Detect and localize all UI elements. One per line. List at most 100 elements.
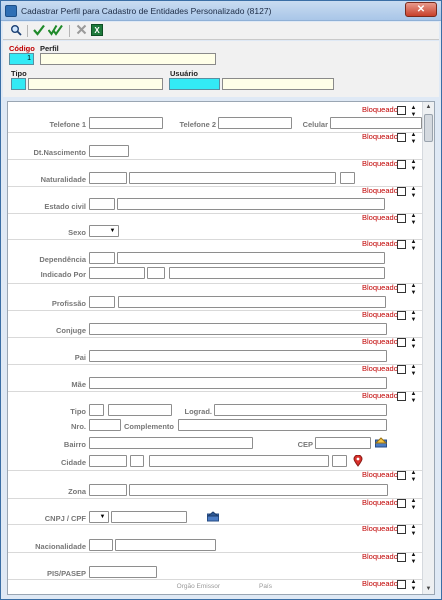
cidade-name-field[interactable] (149, 455, 329, 467)
bloqueado-checkbox[interactable] (397, 284, 406, 293)
move-updown-icon[interactable]: ▲ ▼ (410, 159, 417, 173)
bloqueado-checkbox[interactable] (397, 553, 406, 562)
usuario-code-field[interactable] (169, 78, 220, 90)
cancel-icon[interactable] (74, 24, 88, 38)
bloqueado-checkbox[interactable] (397, 106, 406, 115)
bairro-field[interactable] (89, 437, 253, 449)
codigo-field[interactable]: 1 (9, 53, 34, 65)
sexo-select[interactable]: ▼ (89, 225, 119, 237)
celular-field[interactable] (330, 117, 422, 129)
conjuge-field[interactable] (89, 323, 387, 335)
move-updown-icon[interactable]: ▲ ▼ (410, 186, 417, 200)
dependencia-description-field[interactable] (117, 252, 385, 264)
move-updown-icon[interactable]: ▲ ▼ (410, 283, 417, 297)
bloqueado-checkbox[interactable] (397, 160, 406, 169)
pai-field[interactable] (89, 350, 387, 362)
naturalidade-city-field[interactable] (129, 172, 336, 184)
naturalidade-code-field[interactable] (89, 172, 127, 184)
move-updown-icon[interactable]: ▲ ▼ (410, 470, 417, 484)
map-pin-icon[interactable] (351, 454, 364, 467)
scroll-down-icon[interactable]: ▼ (423, 584, 434, 594)
bloqueado-checkbox[interactable] (397, 471, 406, 480)
pis-pasep-field[interactable] (89, 566, 157, 578)
dt-nascimento-field[interactable] (89, 145, 129, 157)
bloqueado-checkbox[interactable] (397, 338, 406, 347)
estado-civil-code-field[interactable] (89, 198, 115, 210)
move-updown-icon[interactable]: ▲ ▼ (410, 498, 417, 512)
indicado-por-type-field[interactable] (147, 267, 165, 279)
tipo-code-field[interactable] (11, 78, 26, 90)
cep-lookup-icon[interactable] (374, 437, 387, 449)
tipo-logradouro-field[interactable] (108, 404, 172, 416)
estado-civil-description-field[interactable] (117, 198, 385, 210)
zona-description-field[interactable] (129, 484, 388, 496)
bloqueado-checkbox[interactable] (397, 525, 406, 534)
zona-label: Zona (68, 487, 86, 496)
close-button[interactable]: ✕ (405, 2, 437, 17)
cnpj-cpf-field[interactable] (111, 511, 187, 523)
cidade-type-field[interactable] (130, 455, 144, 467)
logradouro-field[interactable] (214, 404, 387, 416)
dependencia-code-field[interactable] (89, 252, 115, 264)
telefone2-label: Telefone 2 (179, 120, 216, 129)
nacionalidade-code-field[interactable] (89, 539, 113, 551)
perfil-field[interactable] (40, 53, 216, 65)
double-check-icon[interactable] (47, 24, 63, 38)
zona-code-field[interactable] (89, 484, 127, 496)
usuario-label: Usuário (170, 69, 198, 78)
scroll-thumb[interactable] (424, 114, 433, 142)
dialog-window: Cadastrar Perfil para Cadastro de Entida… (0, 0, 442, 600)
bloqueado-checkbox[interactable] (397, 392, 406, 401)
move-updown-icon[interactable]: ▲ ▼ (410, 552, 417, 566)
bloqueado-checkbox[interactable] (397, 240, 406, 249)
bloqueado-label: Bloqueado (362, 186, 398, 195)
bloqueado-checkbox[interactable] (397, 365, 406, 374)
bloqueado-checkbox[interactable] (397, 133, 406, 142)
move-updown-icon[interactable]: ▲ ▼ (410, 239, 417, 253)
mae-field[interactable] (89, 377, 387, 389)
move-updown-icon[interactable]: ▲ ▼ (410, 364, 417, 378)
tipo-description-field[interactable] (28, 78, 163, 90)
move-updown-icon[interactable]: ▲ ▼ (410, 391, 417, 405)
profissao-description-field[interactable] (118, 296, 386, 308)
vertical-scrollbar[interactable]: ▲ ▼ (422, 102, 434, 594)
document-lookup-icon[interactable] (206, 511, 219, 523)
bloqueado-checkbox[interactable] (397, 580, 406, 589)
cidade-uf-field[interactable] (332, 455, 347, 467)
bloqueado-checkbox[interactable] (397, 311, 406, 320)
check-icon[interactable] (32, 24, 46, 38)
toolbar-separator (69, 25, 70, 37)
cidade-code-field[interactable] (89, 455, 127, 467)
complemento-field[interactable] (178, 419, 387, 431)
search-icon[interactable] (9, 24, 23, 38)
estado-civil-label: Estado civil (44, 202, 86, 211)
bloqueado-checkbox[interactable] (397, 499, 406, 508)
profissao-code-field[interactable] (89, 296, 115, 308)
move-updown-icon[interactable]: ▲ ▼ (410, 310, 417, 324)
tipo-logradouro-code-field[interactable] (89, 404, 104, 416)
telefone1-field[interactable] (89, 117, 163, 129)
indicado-por-name-field[interactable] (169, 267, 385, 279)
cnpj-cpf-type-select[interactable]: ▼ (89, 511, 109, 523)
move-updown-icon[interactable]: ▲ ▼ (410, 132, 417, 146)
scroll-up-icon[interactable]: ▲ (423, 102, 434, 112)
bloqueado-label: Bloqueado (362, 337, 398, 346)
title-bar[interactable]: Cadastrar Perfil para Cadastro de Entida… (1, 1, 441, 21)
move-updown-icon[interactable]: ▲ ▼ (410, 524, 417, 538)
telefone2-field[interactable] (218, 117, 292, 129)
section-divider (8, 552, 422, 553)
move-updown-icon[interactable]: ▲ ▼ (410, 213, 417, 227)
indicado-por-code-field[interactable] (89, 267, 145, 279)
bloqueado-checkbox[interactable] (397, 187, 406, 196)
nacionalidade-description-field[interactable] (115, 539, 216, 551)
move-updown-icon[interactable]: ▲ ▼ (410, 337, 417, 351)
cep-field[interactable] (315, 437, 371, 449)
usuario-name-field[interactable] (222, 78, 334, 90)
section-divider (8, 239, 422, 240)
move-updown-icon[interactable]: ▲ ▼ (410, 579, 417, 593)
bloqueado-checkbox[interactable] (397, 214, 406, 223)
excel-icon[interactable]: X (90, 24, 104, 38)
numero-field[interactable] (89, 419, 121, 431)
tipo-label: Tipo (11, 69, 27, 78)
naturalidade-uf-field[interactable] (340, 172, 355, 184)
